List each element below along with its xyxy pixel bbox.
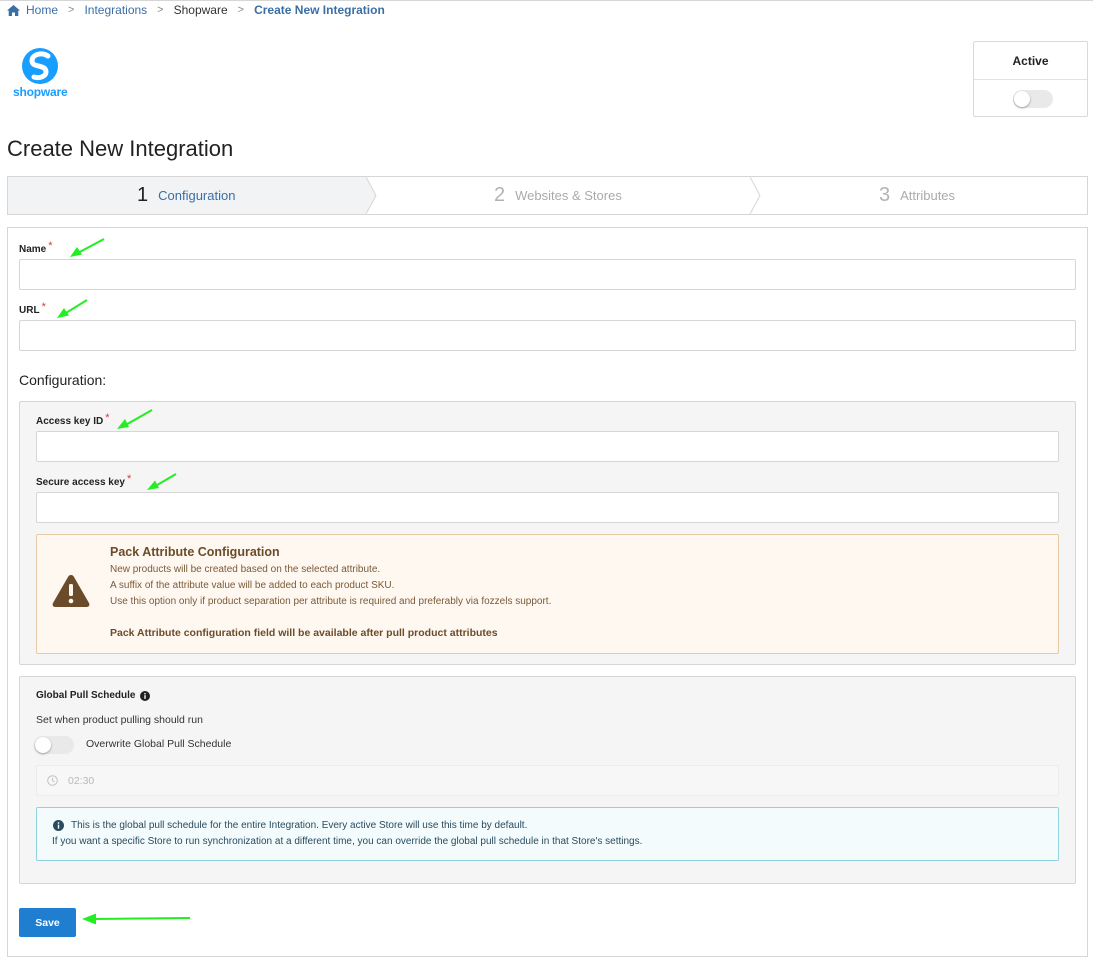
name-input[interactable] xyxy=(19,259,1076,290)
breadcrumb-home-label: Home xyxy=(26,3,59,17)
pack-notice-line: Use this option only if product separati… xyxy=(110,596,552,607)
step-label: Configuration xyxy=(158,188,236,203)
schedule-subtitle: Set when product pulling should run xyxy=(36,714,203,726)
pull-time-value: 02:30 xyxy=(68,774,95,787)
pull-time-input[interactable]: 02:30 xyxy=(36,765,1059,796)
breadcrumb-separator: > xyxy=(237,4,245,16)
info-circle-icon[interactable] xyxy=(140,690,151,701)
toggle-knob xyxy=(35,737,51,753)
step-label: Websites & Stores xyxy=(515,188,622,203)
schedule-info-notice xyxy=(36,807,1059,861)
step-divider-icon xyxy=(750,177,761,214)
required-mark: * xyxy=(41,301,46,313)
warning-icon xyxy=(52,575,90,607)
pack-notice-title: Pack Attribute Configuration xyxy=(110,545,280,559)
breadcrumb-separator: > xyxy=(68,4,75,16)
url-input[interactable] xyxy=(19,320,1076,351)
step-number: 3 xyxy=(879,184,891,206)
clock-icon xyxy=(47,775,58,786)
schedule-title: Global Pull Schedule xyxy=(36,690,151,701)
breadcrumb-separator: > xyxy=(157,4,164,16)
schedule-title-text: Global Pull Schedule xyxy=(36,690,136,701)
step-divider-icon xyxy=(366,177,377,214)
configuration-heading: Configuration: xyxy=(19,372,107,388)
schedule-info-line: This is the global pull schedule for the… xyxy=(71,820,528,831)
required-mark: * xyxy=(105,412,110,424)
overwrite-schedule-toggle[interactable] xyxy=(34,736,74,754)
breadcrumb-home[interactable]: Home xyxy=(7,3,58,17)
pack-notice-line: New products will be created based on th… xyxy=(110,564,381,575)
active-status-card: Active xyxy=(973,41,1088,117)
step-number: 1 xyxy=(137,184,149,206)
active-toggle[interactable] xyxy=(1013,90,1053,108)
access-key-id-input[interactable] xyxy=(36,431,1059,462)
name-label: Name * xyxy=(19,240,53,255)
secure-access-key-label-text: Secure access key xyxy=(36,477,125,488)
toggle-knob xyxy=(1014,91,1030,107)
shopware-logo-text: shopware xyxy=(13,85,68,99)
pack-notice-bold-note: Pack Attribute configuration field will … xyxy=(110,627,498,639)
step-label: Attributes xyxy=(900,188,956,203)
breadcrumb-current: Create New Integration xyxy=(254,3,385,17)
access-key-id-label: Access key ID * xyxy=(36,412,110,427)
step-attributes[interactable]: 3 Attributes xyxy=(879,177,955,214)
secure-access-key-label: Secure access key * xyxy=(36,473,132,488)
page-title: Create New Integration xyxy=(7,136,234,161)
breadcrumb-shopware[interactable]: Shopware xyxy=(174,3,228,17)
url-label-text: URL xyxy=(19,305,40,316)
secure-access-key-input[interactable] xyxy=(36,492,1059,523)
breadcrumb: Home > Integrations > Shopware > Create … xyxy=(7,2,385,18)
breadcrumb-integrations[interactable]: Integrations xyxy=(84,3,147,17)
required-mark: * xyxy=(126,473,132,485)
access-key-id-label-text: Access key ID xyxy=(36,416,104,427)
schedule-info-line: If you want a specific Store to run sync… xyxy=(52,836,643,847)
active-label: Active xyxy=(974,42,1087,80)
step-websites-stores[interactable]: 2 Websites & Stores xyxy=(494,177,622,214)
pack-notice-line: A suffix of the attribute value will be … xyxy=(110,580,395,591)
step-configuration[interactable]: 1 Configuration xyxy=(8,177,366,214)
top-border xyxy=(0,0,1093,1)
step-number: 2 xyxy=(494,184,506,206)
name-label-text: Name xyxy=(19,244,47,255)
info-circle-icon xyxy=(53,820,64,831)
wizard-stepper: 1 Configuration 2 Websites & Stores 3 At… xyxy=(7,176,1088,215)
url-label: URL * xyxy=(19,301,46,316)
home-icon xyxy=(7,4,20,16)
save-button[interactable]: Save xyxy=(19,908,76,937)
required-mark: * xyxy=(48,240,53,252)
overwrite-schedule-label: Overwrite Global Pull Schedule xyxy=(86,738,232,750)
